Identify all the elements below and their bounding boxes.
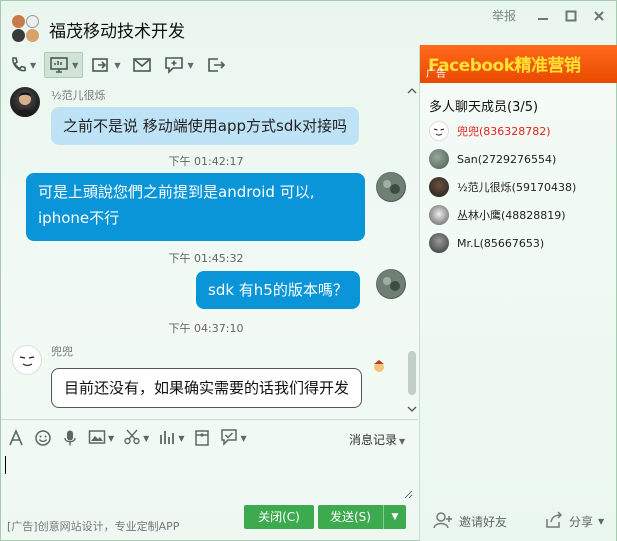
invite-friends-button[interactable]: 邀请好友	[433, 511, 507, 532]
share-button[interactable]: 分享 ▼	[544, 511, 604, 532]
add-app-icon	[164, 56, 184, 74]
message-text-line: iphone不行	[38, 209, 120, 227]
send-label[interactable]: 发送(S)	[318, 505, 384, 529]
chat-scrollbar[interactable]	[405, 85, 419, 418]
mail-icon	[132, 56, 152, 74]
screen-share-button[interactable]: ▼	[44, 52, 84, 78]
message-history-label: 消息记录	[349, 433, 398, 447]
member-item[interactable]: 兜兜(836328782)	[429, 120, 551, 142]
file-transfer-button[interactable]: ▼	[87, 52, 124, 78]
sticker-icon	[371, 358, 387, 377]
window-title: 福茂移动技术开发	[49, 22, 185, 42]
emoji-icon[interactable]	[34, 429, 52, 447]
member-name: 丛林小鹰(48828819)	[457, 209, 566, 222]
message-sender: ½范儿很烁	[51, 89, 106, 102]
send-button[interactable]: 发送(S) ▼	[318, 505, 406, 529]
message-bubble[interactable]: 可是上頭說您們之前提到是android 可以, iphone不行	[26, 173, 365, 241]
file-transfer-icon	[91, 56, 111, 74]
red-packet-icon[interactable]	[193, 429, 211, 447]
member-name: Mr.L(85667653)	[457, 236, 545, 250]
close-button[interactable]: 关闭(C)	[244, 505, 314, 529]
chart-button[interactable]: ▼	[158, 428, 184, 449]
close-icon[interactable]	[592, 8, 606, 24]
divider	[1, 419, 418, 420]
scroll-thumb[interactable]	[408, 351, 416, 395]
bar-chart-icon	[158, 428, 176, 449]
message-bubble[interactable]: 之前不是说 移动端使用app方式sdk对接吗	[51, 107, 360, 145]
add-app-button[interactable]: ▼	[160, 52, 197, 78]
phone-button[interactable]: ▼	[5, 52, 40, 78]
chat-toolbar: ▼ ▼ ▼ ▼	[5, 51, 230, 79]
ad-banner[interactable]: Facebook精准营销 广告	[420, 45, 617, 83]
timestamp: 下午 01:45:32	[168, 252, 244, 265]
avatar	[429, 149, 449, 169]
invite-label: 邀请好友	[459, 515, 508, 529]
message-input[interactable]	[5, 453, 413, 499]
share-label: 分享	[569, 515, 594, 529]
timestamp: 下午 04:37:10	[168, 322, 244, 335]
input-toolbar: ▼ ▼ ▼ ▼	[7, 427, 247, 449]
ad-tag: 广告	[426, 69, 446, 80]
message-history-button[interactable]: 消息记录 ▼	[349, 431, 405, 448]
exit-group-button[interactable]	[202, 52, 230, 78]
scroll-down-icon[interactable]	[407, 405, 417, 415]
avatar[interactable]	[12, 345, 42, 375]
avatar	[429, 121, 449, 141]
message-sender: 兜兜	[51, 345, 73, 358]
scissors-icon	[123, 428, 141, 449]
screen-share-icon	[49, 56, 69, 74]
avatar[interactable]	[10, 87, 40, 117]
member-item[interactable]: 丛林小鹰(48828819)	[429, 204, 566, 226]
image-button[interactable]: ▼	[88, 428, 114, 449]
exit-group-icon	[206, 56, 226, 74]
group-avatar[interactable]	[10, 13, 40, 43]
share-icon	[544, 511, 564, 532]
member-item[interactable]: Mr.L(85667653)	[429, 232, 544, 254]
chat-check-icon	[220, 428, 238, 449]
text-cursor	[5, 456, 6, 474]
ad-banner-text: Facebook精准营销	[428, 56, 581, 76]
member-name: San(2729276554)	[457, 152, 557, 166]
maximize-icon[interactable]	[564, 8, 578, 24]
member-item[interactable]: San(2729276554)	[429, 148, 556, 170]
timestamp: 下午 01:42:17	[168, 155, 244, 168]
message-list[interactable]: ½范儿很烁 之前不是说 移动端使用app方式sdk对接吗 下午 01:42:17…	[1, 85, 418, 418]
ad-link[interactable]: [广告]创意网站设计，专业定制APP	[7, 518, 179, 534]
avatar[interactable]	[376, 269, 406, 299]
minimize-icon[interactable]	[536, 8, 550, 24]
avatar	[429, 233, 449, 253]
message-bubble[interactable]: sdk 有h5的版本嗎？	[196, 271, 360, 309]
screenshot-button[interactable]: ▼	[123, 428, 149, 449]
avatar	[429, 177, 449, 197]
title-bar: 福茂移动技术开发 举报	[1, 1, 616, 45]
more-apps-button[interactable]: ▼	[220, 428, 247, 449]
report-link[interactable]: 举报	[492, 7, 516, 24]
font-icon[interactable]	[7, 429, 25, 447]
avatar[interactable]	[376, 172, 406, 202]
phone-icon	[9, 56, 27, 74]
microphone-icon[interactable]	[61, 429, 79, 447]
member-name: 兜兜(836328782)	[457, 125, 551, 138]
send-options-icon[interactable]: ▼	[384, 505, 406, 529]
scroll-up-icon[interactable]	[407, 87, 417, 97]
members-title: 多人聊天成员(3/5)	[429, 100, 539, 115]
member-panel: Facebook精准营销 广告 多人聊天成员(3/5) 兜兜(836328782…	[419, 45, 617, 541]
add-friend-icon	[433, 511, 453, 532]
member-name: ½范儿很烁(59170438)	[457, 181, 577, 194]
chat-window: 福茂移动技术开发 举报 ▼ ▼ ▼ ▼ ½范儿很烁 之前不是说 移动端使用app…	[0, 0, 617, 541]
member-item[interactable]: ½范儿很烁(59170438)	[429, 176, 576, 198]
avatar	[429, 205, 449, 225]
message-bubble[interactable]: 目前还没有，如果确实需要的话我们得开发	[51, 368, 363, 408]
mail-button[interactable]	[128, 52, 156, 78]
message-text-line: 可是上頭說您們之前提到是android 可以,	[38, 183, 315, 201]
image-icon	[88, 428, 106, 449]
